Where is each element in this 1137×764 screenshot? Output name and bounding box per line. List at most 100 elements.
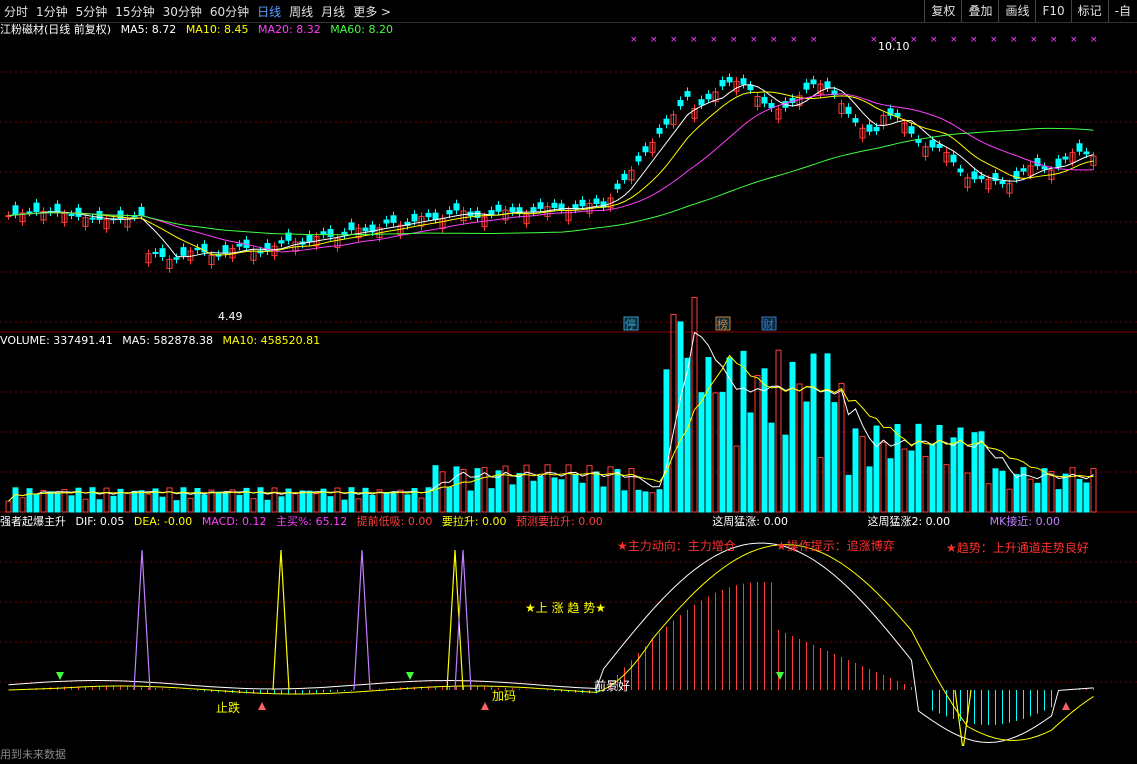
candle-body — [761, 96, 768, 104]
candle-body — [845, 106, 852, 114]
tab-5[interactable]: 60分钟 — [206, 3, 253, 20]
ma20-line — [8, 93, 1094, 253]
volume-bar — [810, 353, 817, 513]
volume-bar — [439, 471, 446, 513]
volume-bar — [789, 361, 796, 513]
candle-body — [432, 212, 439, 220]
volume-bar — [782, 434, 789, 513]
candle-body — [26, 211, 33, 214]
tab-6[interactable]: 日线 — [253, 3, 285, 20]
volume-bar — [831, 402, 838, 513]
ma10-line — [8, 91, 1094, 256]
tab-2[interactable]: 5分钟 — [72, 3, 112, 20]
candle-body — [978, 175, 985, 180]
candle-body — [684, 91, 691, 97]
dea-label: DEA: -0.00 — [133, 515, 193, 528]
volume-bar — [5, 500, 12, 513]
candle-body — [33, 202, 40, 213]
volume-bar — [306, 490, 313, 513]
kline-chart[interactable]: 10.104.49× × × × × × × × × × × × × × × × × × × × × ×停榜财★主力动向：… — [0, 22, 1137, 746]
indicator-title[interactable]: 强者起爆主升 — [0, 515, 66, 528]
volume-bar — [369, 495, 376, 513]
candle-body — [810, 79, 817, 85]
macd-label: MACD: 0.12 — [201, 515, 267, 528]
tab-0[interactable]: 分时 — [0, 3, 32, 20]
ma5-line — [8, 84, 1094, 258]
candle-body — [950, 154, 957, 163]
signal-arrow-down — [776, 672, 784, 680]
tab-3[interactable]: 15分钟 — [111, 3, 158, 20]
candle-body — [236, 243, 243, 247]
toolbar-button-0[interactable]: 复权 — [924, 0, 961, 22]
candle-body — [446, 210, 453, 215]
candle-body — [390, 215, 397, 223]
volume-bar — [873, 425, 880, 513]
volume-bar — [222, 491, 229, 513]
volume-bar — [509, 484, 516, 513]
volume-bar — [866, 466, 873, 513]
volume-bar — [110, 495, 117, 513]
candle-body — [12, 205, 19, 215]
tab-8[interactable]: 月线 — [317, 3, 349, 20]
candle-body — [537, 202, 544, 209]
volume-bar — [82, 498, 89, 513]
signal-spike — [446, 549, 464, 691]
tab-4[interactable]: 30分钟 — [159, 3, 206, 20]
volume-bar — [250, 498, 257, 513]
candle-body — [677, 100, 684, 107]
signal-arrow-up — [1062, 702, 1070, 710]
volume-bar — [390, 491, 397, 513]
candle-body — [908, 126, 915, 134]
volume-bar — [635, 489, 642, 513]
volume-bar — [327, 496, 334, 513]
mk-near-label: MK接近: 0.00 — [989, 515, 1061, 528]
volume-bar — [537, 475, 544, 513]
volume-bar — [915, 423, 922, 513]
candle-body — [89, 217, 96, 220]
volume-bar — [180, 487, 187, 513]
candle-body — [1020, 168, 1027, 172]
signal-arrow-up — [258, 702, 266, 710]
volume-bar — [33, 494, 40, 513]
signal-arrow-down — [56, 672, 64, 680]
pull-up-label: 要拉升: 0.00 — [441, 515, 507, 528]
volume-bar — [754, 374, 761, 513]
tab-9[interactable]: 更多 > — [349, 3, 395, 20]
candle-body — [705, 93, 712, 100]
volume-bar — [278, 496, 285, 513]
candle-body — [509, 207, 516, 213]
volume-bar — [96, 499, 103, 513]
x-marker: × — [710, 35, 718, 45]
volume-bar — [138, 490, 145, 513]
volume-bar — [663, 369, 670, 513]
volume-bar — [824, 353, 831, 513]
volume-bar — [131, 490, 138, 513]
signal-spike — [353, 549, 371, 691]
toolbar-button-4[interactable]: 标记 — [1070, 0, 1108, 22]
volume-bar — [642, 491, 649, 513]
volume-bar — [173, 500, 180, 513]
candle-body — [747, 84, 754, 91]
candle-body — [138, 206, 145, 216]
main-buy-label: 主买%: 65.12 — [275, 515, 348, 528]
volume-bar — [740, 350, 747, 513]
ma10-label: MA10: 8.45 — [185, 23, 249, 36]
volume-bar — [1055, 489, 1062, 513]
x-marker: × — [810, 35, 818, 45]
candle-body — [593, 198, 600, 204]
volume-bar — [698, 392, 705, 513]
volume-bar — [236, 494, 243, 513]
toolbar-button-2[interactable]: 画线 — [998, 0, 1035, 22]
volume-bar — [677, 321, 684, 513]
candle-body — [222, 245, 229, 254]
candle-body — [411, 213, 418, 222]
tab-1[interactable]: 1分钟 — [32, 3, 72, 20]
toolbar-button-1[interactable]: 叠加 — [961, 0, 998, 22]
toolbar-button-5[interactable]: -自 — [1107, 0, 1137, 22]
volume-bar — [558, 479, 565, 513]
volume-bar — [817, 457, 824, 513]
tab-7[interactable]: 周线 — [285, 3, 317, 20]
volume-bar — [1076, 478, 1083, 513]
volume-bar — [985, 483, 992, 513]
toolbar-button-3[interactable]: F10 — [1035, 0, 1070, 22]
